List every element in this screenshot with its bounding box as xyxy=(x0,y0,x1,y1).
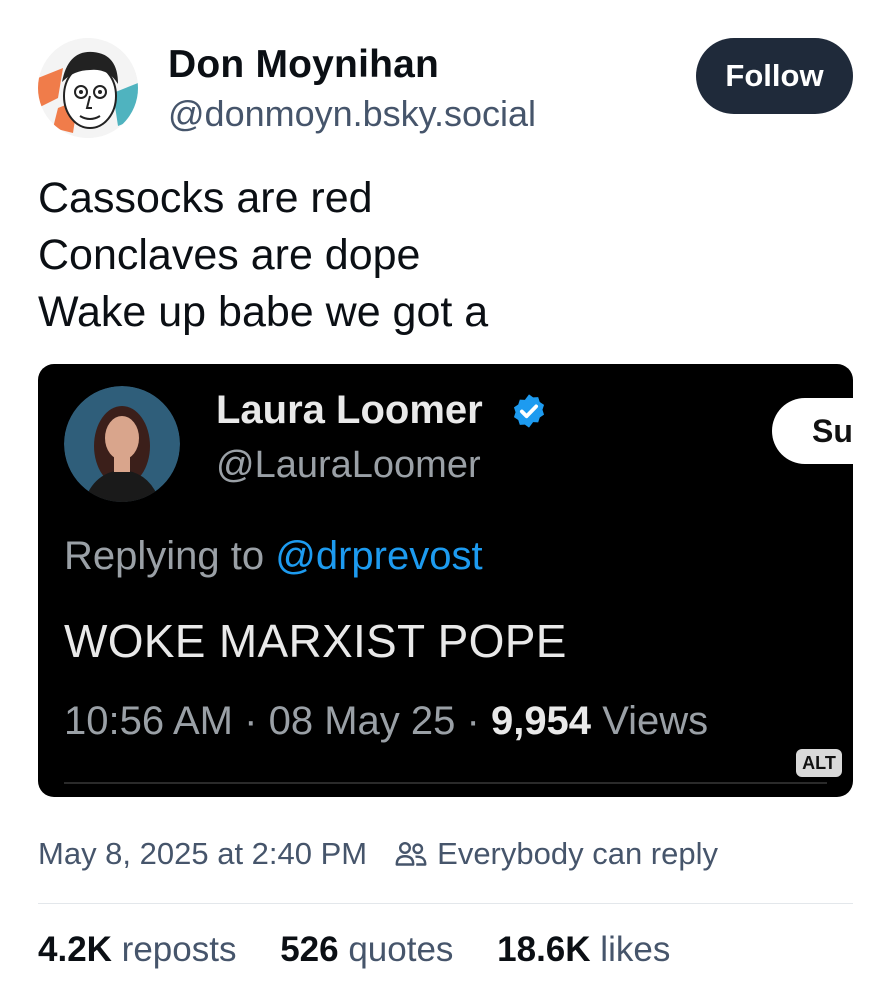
replying-prefix: Replying to xyxy=(64,534,276,578)
embedded-post-text: WOKE MARXIST POPE xyxy=(64,615,567,667)
reposts-stat[interactable]: 4.2K reposts xyxy=(38,930,236,969)
quotes-count: 526 xyxy=(280,930,339,969)
separator-dot: · xyxy=(466,699,480,743)
replying-mention: @drprevost xyxy=(275,534,483,578)
divider xyxy=(38,903,853,904)
embedded-avatar xyxy=(64,386,180,502)
likes-stat[interactable]: 18.6K likes xyxy=(497,930,670,969)
post-text-line: Wake up babe we got a xyxy=(38,288,489,336)
subscribe-button: Su xyxy=(772,398,853,464)
post-text-line: Conclaves are dope xyxy=(38,231,421,279)
embedded-author-name: Laura Loomer xyxy=(216,388,483,432)
embedded-meta: 10:56 AM · 08 May 25 · 9,954 Views xyxy=(64,699,708,744)
author-info: Don Moynihan @donmoyn.bsky.social xyxy=(168,42,536,136)
embedded-author-handle: @LauraLoomer xyxy=(216,444,481,486)
replying-to: Replying to @drprevost xyxy=(64,534,483,579)
views-label: Views xyxy=(602,699,709,743)
post-timestamp[interactable]: May 8, 2025 at 2:40 PM xyxy=(38,836,367,872)
embedded-time: 10:56 AM xyxy=(64,699,234,743)
author-avatar[interactable] xyxy=(38,38,138,138)
post-stats: 4.2K reposts 526 quotes 18.6K likes xyxy=(38,930,704,970)
reposts-count: 4.2K xyxy=(38,930,112,969)
embedded-divider xyxy=(64,782,827,784)
post-text-line: Cassocks are red xyxy=(38,174,373,222)
likes-count: 18.6K xyxy=(497,930,591,969)
views-count: 9,954 xyxy=(490,699,592,743)
author-handle[interactable]: @donmoyn.bsky.social xyxy=(168,92,536,136)
separator-dot: · xyxy=(244,699,258,743)
quotes-stat[interactable]: 526 quotes xyxy=(280,930,453,969)
embedded-date: 08 May 25 xyxy=(268,699,456,743)
quotes-label: quotes xyxy=(348,930,454,969)
post-meta: May 8, 2025 at 2:40 PM Everybody can rep… xyxy=(38,836,718,872)
author-name[interactable]: Don Moynihan xyxy=(168,42,536,88)
people-icon xyxy=(395,842,427,866)
verified-check-icon xyxy=(513,394,545,428)
follow-button[interactable]: Follow xyxy=(696,38,853,114)
likes-label: likes xyxy=(600,930,671,969)
alt-text-badge[interactable]: ALT xyxy=(796,749,842,777)
reposts-label: reposts xyxy=(121,930,237,969)
embedded-image[interactable]: Laura Loomer @LauraLoomer Su Replying to… xyxy=(38,364,853,797)
reply-setting[interactable]: Everybody can reply xyxy=(437,836,718,872)
cartoon-avatar-icon xyxy=(38,38,138,138)
post-text: Cassocks are red Conclaves are dope Wake… xyxy=(38,170,488,341)
portrait-avatar-icon xyxy=(64,386,180,502)
